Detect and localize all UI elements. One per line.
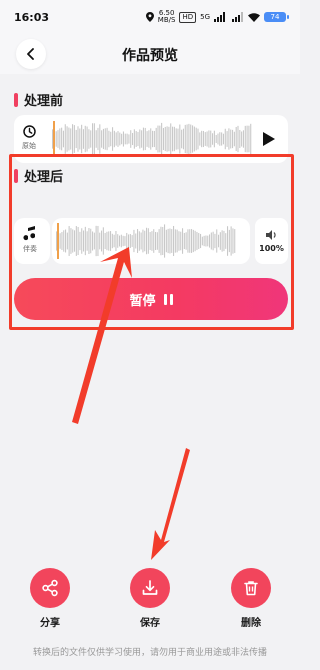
- share-button[interactable]: [30, 568, 70, 608]
- delete-action[interactable]: 删除: [227, 568, 275, 629]
- save-label: 保存: [140, 618, 160, 629]
- share-icon: [42, 579, 58, 597]
- share-label: 分享: [40, 618, 60, 629]
- download-icon: [142, 580, 158, 595]
- save-button[interactable]: [130, 568, 170, 608]
- save-action[interactable]: 保存: [126, 568, 174, 629]
- share-action[interactable]: 分享: [26, 568, 74, 629]
- delete-button[interactable]: [231, 568, 271, 608]
- footer-disclaimer: 转换后的文件仅供学习使用，请勿用于商业用途或非法传播: [32, 648, 267, 658]
- delete-label: 删除: [241, 618, 261, 629]
- trash-icon: [244, 581, 258, 596]
